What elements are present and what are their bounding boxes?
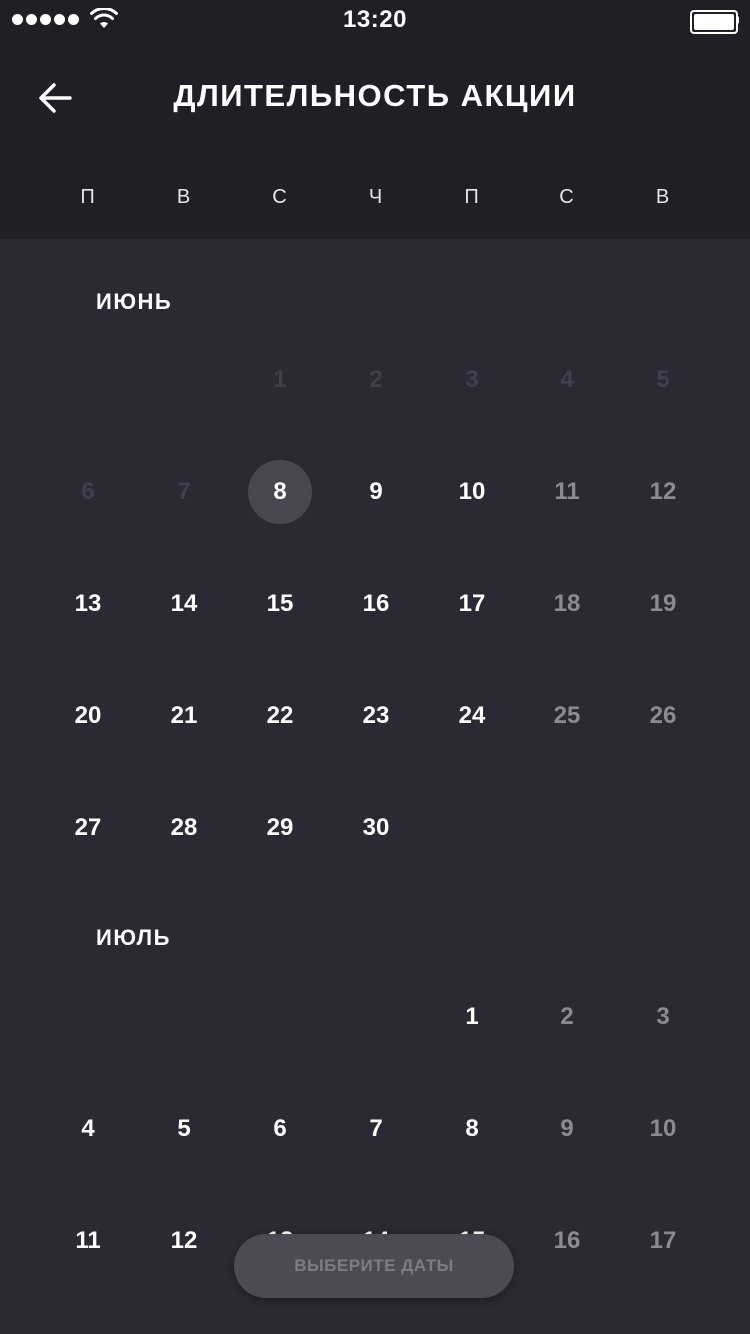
calendar-day[interactable]: 12 (631, 460, 695, 524)
calendar-day[interactable]: 9 (344, 460, 408, 524)
calendar-day: 6 (81, 478, 95, 505)
calendar-day[interactable]: 23 (344, 684, 408, 748)
calendar-day[interactable]: 20 (56, 684, 120, 748)
battery-icon (690, 10, 739, 34)
calendar-day[interactable]: 5 (152, 1097, 216, 1161)
calendar-day[interactable]: 17 (631, 1209, 695, 1273)
calendar-day: 3 (465, 366, 479, 393)
calendar-day[interactable]: 4 (56, 1097, 120, 1161)
weekday-label: С (272, 186, 288, 208)
select-dates-button[interactable]: ВЫБЕРИТЕ ДАТЫ (234, 1234, 514, 1298)
status-bar: 13:20 (0, 0, 750, 40)
app-screen: 13:20 ДЛИТЕЛЬНОСТЬ АКЦИИ П В С Ч П С В И… (0, 0, 750, 1334)
calendar-day[interactable]: 8 (440, 1097, 504, 1161)
calendar-day[interactable]: 16 (535, 1209, 599, 1273)
calendar-day[interactable]: 11 (56, 1209, 120, 1273)
calendar-day[interactable]: 19 (631, 572, 695, 636)
calendar-day[interactable]: 10 (440, 460, 504, 524)
weekday-label: Ч (368, 186, 384, 208)
header-area: 13:20 ДЛИТЕЛЬНОСТЬ АКЦИИ П В С Ч П С В (0, 0, 750, 239)
calendar-day[interactable]: 18 (535, 572, 599, 636)
weekday-label: П (464, 186, 480, 208)
calendar-day[interactable]: 14 (152, 572, 216, 636)
calendar-day[interactable]: 9 (535, 1097, 599, 1161)
calendar-day[interactable]: 22 (248, 684, 312, 748)
calendar-day[interactable]: 11 (535, 460, 599, 524)
calendar-day[interactable]: 17 (440, 572, 504, 636)
page-title: ДЛИТЕЛЬНОСТЬ АКЦИИ (173, 78, 577, 113)
weekday-label: В (655, 186, 671, 208)
calendar-day[interactable]: 27 (56, 796, 120, 860)
calendar-day[interactable]: 26 (631, 684, 695, 748)
calendar-day[interactable]: 21 (152, 684, 216, 748)
calendar-day: 4 (560, 366, 574, 393)
calendar-day[interactable]: 12 (152, 1209, 216, 1273)
weekday-label: С (559, 186, 575, 208)
calendar-day[interactable]: 8 (248, 460, 312, 524)
calendar-day[interactable]: 13 (56, 572, 120, 636)
calendar-day[interactable]: 15 (248, 572, 312, 636)
calendar-day[interactable]: 28 (152, 796, 216, 860)
calendar-day[interactable]: 25 (535, 684, 599, 748)
calendar-day[interactable]: 6 (248, 1097, 312, 1161)
weekday-label: П (80, 186, 96, 208)
status-time: 13:20 (343, 6, 407, 33)
calendar-day[interactable]: 30 (344, 796, 408, 860)
calendar-day[interactable]: 29 (248, 796, 312, 860)
calendar-day[interactable]: 3 (631, 985, 695, 1049)
calendar-day[interactable]: 16 (344, 572, 408, 636)
month-label: ИЮЛЬ (96, 925, 171, 950)
month-label: ИЮНЬ (96, 289, 173, 314)
calendar-day: 1 (273, 366, 287, 393)
calendar-day: 7 (177, 478, 191, 505)
weekday-label: В (176, 186, 192, 208)
calendar-day: 2 (369, 366, 383, 393)
calendar-day[interactable]: 24 (440, 684, 504, 748)
calendar-day[interactable]: 2 (535, 985, 599, 1049)
calendar-day[interactable]: 10 (631, 1097, 695, 1161)
calendar-day[interactable]: 1 (440, 985, 504, 1049)
calendar-grid: ИЮНЬ 1 2 3 4 5 6 7 8 9 10 11 12 13 14 15 16 17 18 19 20 21 22 2… (0, 239, 750, 1334)
calendar-day: 5 (656, 366, 670, 393)
calendar-day[interactable]: 7 (344, 1097, 408, 1161)
weekday-header: П В С Ч П С В (0, 186, 750, 218)
